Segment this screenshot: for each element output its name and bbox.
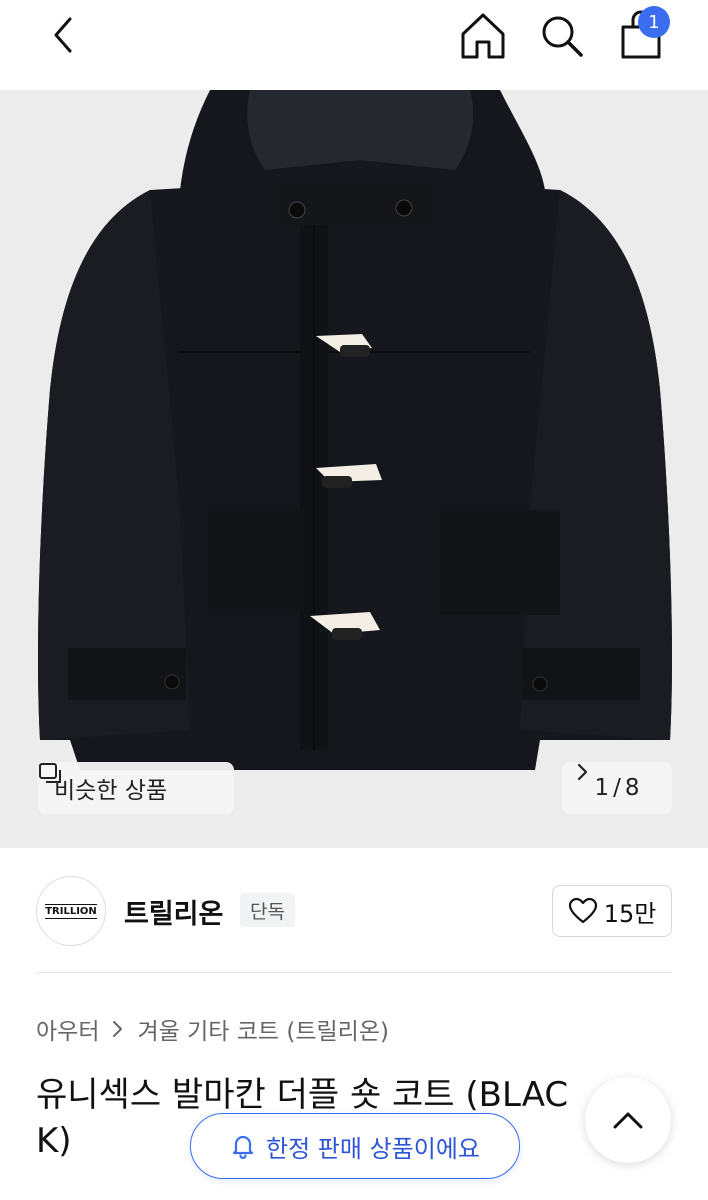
image-counter-button[interactable]: 1 / 8 bbox=[562, 762, 672, 814]
breadcrumb-subcategory[interactable]: 겨울 기타 코트 (트릴리온) bbox=[137, 1012, 388, 1046]
chevron-right-icon bbox=[577, 763, 588, 781]
similar-products-label: 비슷한 상품 bbox=[54, 778, 168, 804]
breadcrumb: 아우터 겨울 기타 코트 (트릴리온) bbox=[36, 1012, 389, 1046]
image-index: 1 bbox=[594, 775, 610, 801]
brand-logo-text: TRILLION bbox=[45, 903, 97, 919]
exclusive-badge: 단독 bbox=[240, 893, 295, 927]
scroll-to-top-button[interactable] bbox=[585, 1077, 671, 1163]
bell-icon bbox=[232, 1135, 254, 1159]
chevron-right-icon bbox=[113, 1021, 123, 1037]
like-button[interactable]: 15만 bbox=[552, 885, 672, 937]
chevron-up-icon bbox=[613, 1112, 643, 1129]
limited-sale-notice[interactable]: 한정 판매 상품이에요 bbox=[190, 1113, 520, 1179]
similar-items-icon bbox=[39, 763, 61, 783]
brand-name[interactable]: 트릴리온 bbox=[124, 892, 223, 931]
back-icon bbox=[54, 17, 72, 53]
back-button[interactable] bbox=[40, 12, 86, 58]
brand-logo[interactable]: TRILLION bbox=[36, 876, 106, 946]
section-divider bbox=[36, 972, 672, 973]
like-count: 15만 bbox=[603, 899, 657, 928]
home-icon bbox=[461, 13, 505, 59]
product-image-carousel[interactable]: 비슷한 상품 1 / 8 bbox=[0, 90, 708, 848]
breadcrumb-category[interactable]: 아우터 bbox=[36, 1012, 99, 1046]
limited-sale-label: 한정 판매 상품이에요 bbox=[266, 1134, 480, 1163]
heart-icon bbox=[568, 897, 597, 924]
similar-products-button[interactable]: 비슷한 상품 bbox=[38, 762, 234, 814]
image-counter-separator: / bbox=[613, 775, 621, 801]
home-button[interactable] bbox=[456, 8, 510, 62]
product-image-coat bbox=[38, 90, 672, 770]
search-icon bbox=[542, 16, 583, 57]
image-total: 8 bbox=[624, 775, 640, 801]
top-navigation-bar: 1 bbox=[0, 0, 708, 90]
search-button[interactable] bbox=[536, 10, 588, 62]
cart-count-badge: 1 bbox=[638, 6, 670, 38]
